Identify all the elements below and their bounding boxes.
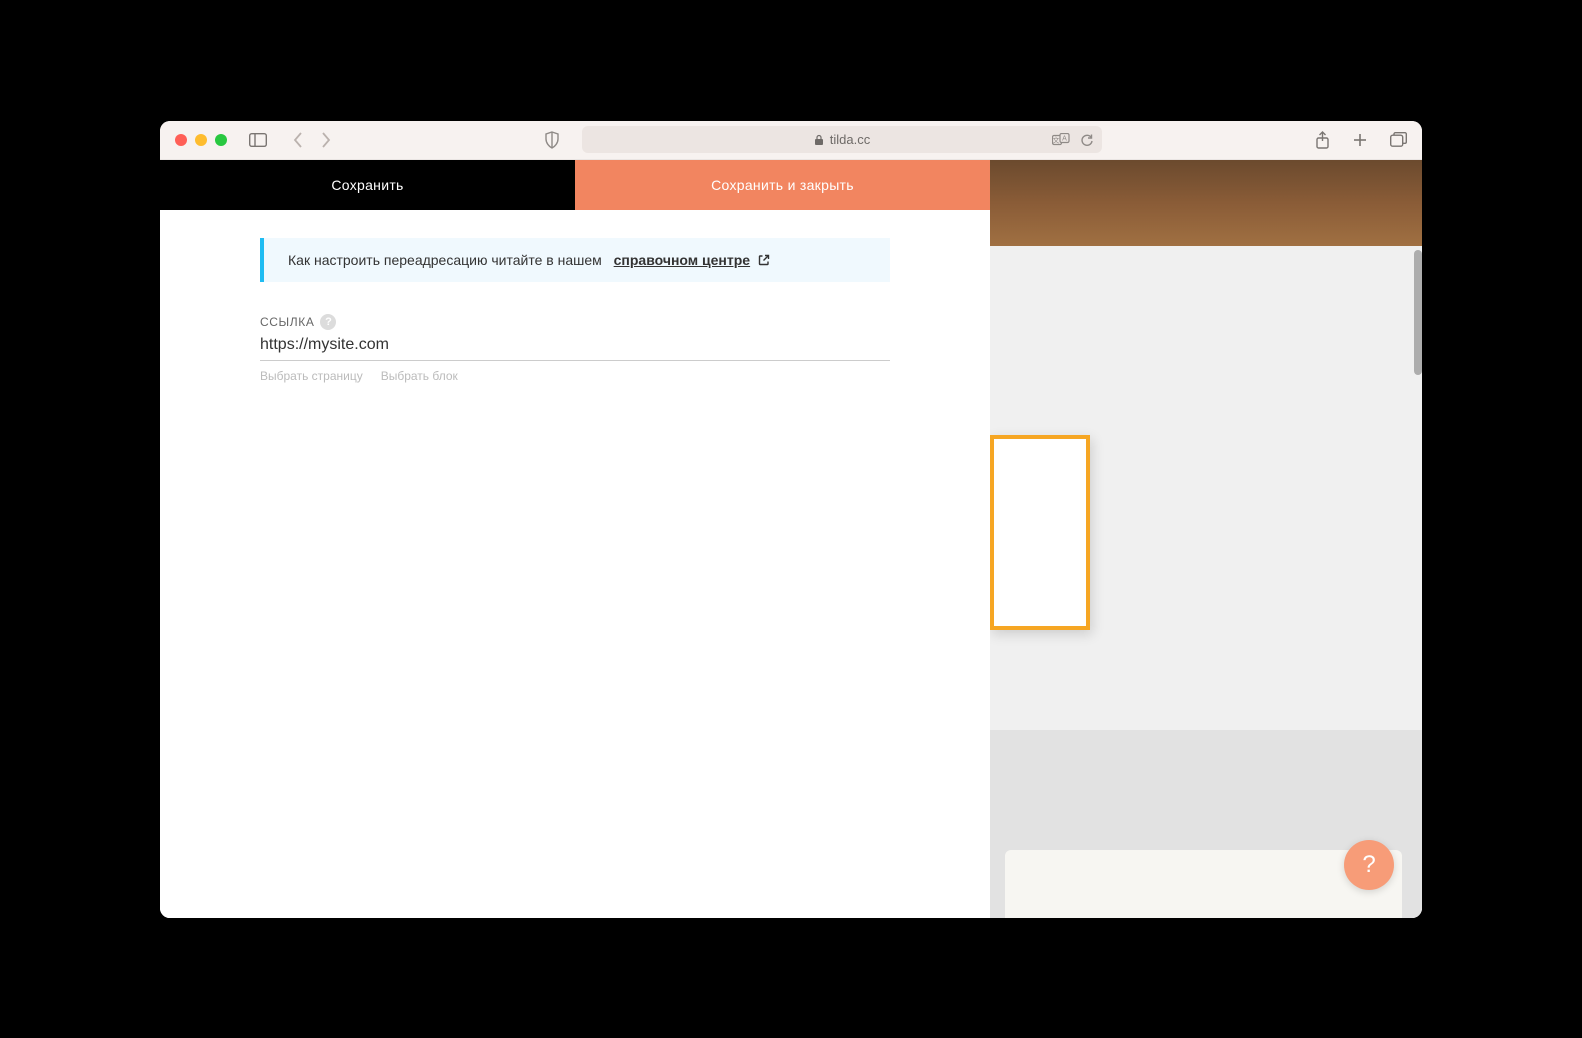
reload-icon[interactable] bbox=[1080, 133, 1094, 147]
scrollbar-thumb[interactable] bbox=[1414, 250, 1422, 375]
address-bar[interactable]: tilda.cc 文A bbox=[582, 126, 1102, 153]
toolbar-right bbox=[1315, 131, 1407, 149]
sidebar-toggle-icon[interactable] bbox=[249, 133, 267, 147]
browser-window: tilda.cc 文A bbox=[160, 121, 1422, 918]
forward-icon[interactable] bbox=[321, 132, 331, 148]
browser-toolbar: tilda.cc 文A bbox=[160, 121, 1422, 160]
nav-buttons bbox=[293, 132, 331, 148]
help-fab[interactable]: ? bbox=[1344, 840, 1394, 890]
maximize-window-button[interactable] bbox=[215, 134, 227, 146]
preview-hero bbox=[990, 160, 1422, 246]
privacy-shield-icon[interactable] bbox=[544, 131, 560, 149]
page-content: Сохранить Сохранить и закрыть Как настро… bbox=[160, 160, 1422, 918]
link-field-group: ССЫЛКА ? Выбрать страницу Выбрать блок bbox=[260, 314, 890, 383]
help-icon[interactable]: ? bbox=[320, 314, 336, 330]
selected-block-outline bbox=[990, 435, 1090, 630]
svg-text:文: 文 bbox=[1053, 135, 1060, 144]
panel-body: Как настроить переадресацию читайте в на… bbox=[160, 210, 990, 383]
save-close-button[interactable]: Сохранить и закрыть bbox=[575, 160, 990, 210]
settings-panel: Сохранить Сохранить и закрыть Как настро… bbox=[160, 160, 990, 918]
field-label-row: ССЫЛКА ? bbox=[260, 314, 890, 330]
select-page-link[interactable]: Выбрать страницу bbox=[260, 369, 363, 383]
minimize-window-button[interactable] bbox=[195, 134, 207, 146]
window-controls bbox=[175, 134, 227, 146]
link-input[interactable] bbox=[260, 330, 890, 361]
new-tab-icon[interactable] bbox=[1352, 132, 1368, 148]
select-block-link[interactable]: Выбрать блок bbox=[381, 369, 458, 383]
panel-header: Сохранить Сохранить и закрыть bbox=[160, 160, 990, 210]
translate-icon[interactable]: 文A bbox=[1052, 133, 1070, 147]
save-button[interactable]: Сохранить bbox=[160, 160, 575, 210]
info-text: Как настроить переадресацию читайте в на… bbox=[288, 252, 602, 268]
share-icon[interactable] bbox=[1315, 131, 1330, 149]
info-box: Как настроить переадресацию читайте в на… bbox=[260, 238, 890, 282]
url-host: tilda.cc bbox=[830, 132, 870, 147]
sub-links: Выбрать страницу Выбрать блок bbox=[260, 369, 890, 383]
tabs-overview-icon[interactable] bbox=[1390, 132, 1407, 147]
svg-text:A: A bbox=[1062, 135, 1067, 142]
preview-card bbox=[1005, 850, 1402, 918]
link-field-label: ССЫЛКА bbox=[260, 315, 314, 329]
back-icon[interactable] bbox=[293, 132, 303, 148]
address-right: 文A bbox=[1052, 133, 1094, 147]
lock-icon bbox=[814, 134, 824, 146]
external-link-icon bbox=[758, 254, 770, 266]
help-center-link[interactable]: справочном центре bbox=[614, 252, 750, 268]
close-window-button[interactable] bbox=[175, 134, 187, 146]
